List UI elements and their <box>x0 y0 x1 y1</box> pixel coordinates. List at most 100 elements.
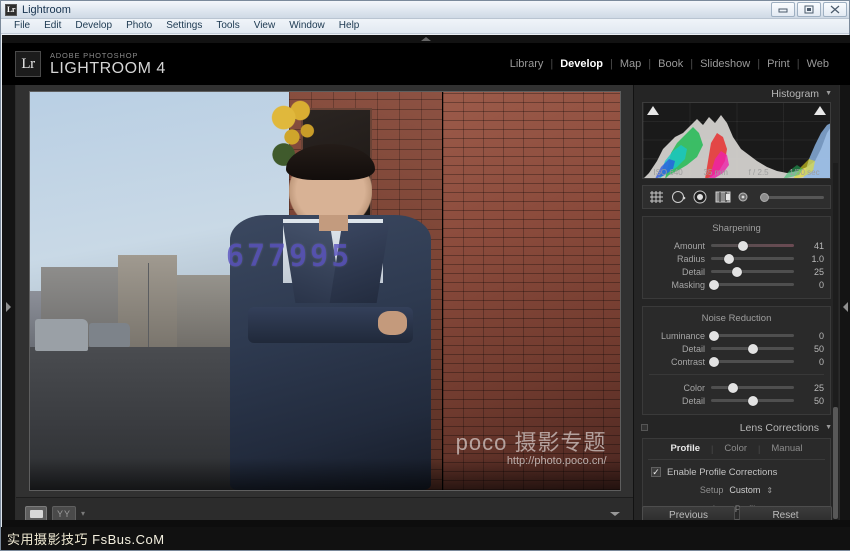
menu-photo[interactable]: Photo <box>119 19 159 33</box>
product-name: LIGHTROOM 4 <box>50 60 166 77</box>
menu-edit[interactable]: Edit <box>37 19 68 33</box>
menu-help[interactable]: Help <box>332 19 367 33</box>
enable-profile-corrections-row[interactable]: ✓ Enable Profile Corrections <box>643 465 830 479</box>
brush-size-knob[interactable] <box>760 192 769 202</box>
view-options-caret-icon[interactable]: ▾ <box>81 509 85 518</box>
slider-nr-color[interactable]: Color 25 <box>643 381 830 394</box>
photo-frame[interactable]: 677995 poco 摄影专题 http://photo.poco.cn/ <box>28 91 621 491</box>
slider-track[interactable] <box>709 356 794 367</box>
slider-knob[interactable] <box>709 330 720 341</box>
slider-track[interactable] <box>711 343 794 354</box>
graduated-filter-tool[interactable] <box>715 190 731 204</box>
histogram-graph[interactable]: ISO 640 35 mm f / 2.5 1/50 sec <box>642 102 831 179</box>
minimize-button[interactable] <box>771 2 795 17</box>
slider-sharpening-masking[interactable]: Masking 0 <box>643 278 830 291</box>
right-panel: Histogram ▼ ISO 640 35 mm f / 2.5 1/50 s… <box>633 85 839 529</box>
slider-nr-contrast[interactable]: Contrast 0 <box>643 355 830 368</box>
panel-toggle-icon[interactable] <box>641 424 648 431</box>
crop-overlay-tool[interactable] <box>649 190 664 204</box>
slider-value: 0 <box>818 330 824 341</box>
brush-size-slider[interactable] <box>760 192 824 202</box>
setup-row[interactable]: Setup Custom ⇕ <box>643 482 830 498</box>
window-title: Lightroom <box>22 3 71 16</box>
close-button[interactable] <box>823 2 847 17</box>
lightroom-logo-icon: Lr <box>15 51 41 77</box>
chevron-down-icon[interactable]: ▼ <box>825 424 832 431</box>
module-book[interactable]: Book <box>651 58 690 70</box>
slider-knob[interactable] <box>731 266 742 277</box>
red-eye-tool[interactable] <box>693 190 708 204</box>
slider-sharpening-amount[interactable]: Amount 41 <box>643 239 830 252</box>
slider-track[interactable] <box>709 279 794 290</box>
menu-window[interactable]: Window <box>282 19 332 33</box>
module-web[interactable]: Web <box>800 58 836 70</box>
setup-label: Setup <box>699 485 724 495</box>
right-panel-collapse-toggle[interactable] <box>839 85 850 529</box>
tab-color[interactable]: Color <box>713 443 758 454</box>
slider-track[interactable] <box>711 382 794 393</box>
slider-value: 0 <box>818 356 824 367</box>
slider-knob[interactable] <box>724 253 735 264</box>
slider-knob[interactable] <box>737 240 748 251</box>
divider <box>648 459 825 460</box>
stepper-icon[interactable]: ⇕ <box>766 486 773 495</box>
slider-sharpening-detail[interactable]: Detail 25 <box>643 265 830 278</box>
photo-car <box>88 322 130 347</box>
top-panel-collapse-toggle[interactable] <box>2 35 850 43</box>
slider-label: Color <box>683 382 705 393</box>
module-develop[interactable]: Develop <box>553 58 610 70</box>
slider-nr-color-detail[interactable]: Detail 50 <box>643 394 830 407</box>
slider-knob[interactable] <box>709 356 720 367</box>
menu-file[interactable]: File <box>7 19 37 33</box>
slider-knob[interactable] <box>747 343 758 354</box>
adjustment-brush-icon <box>738 192 748 202</box>
slider-track[interactable] <box>711 395 794 406</box>
loupe-view-icon <box>29 509 43 518</box>
app-identity: Lr ADOBE PHOTOSHOP LIGHTROOM 4 <box>2 51 166 77</box>
menu-settings[interactable]: Settings <box>159 19 209 33</box>
slider-track[interactable] <box>709 330 794 341</box>
right-panel-scrollbar[interactable] <box>833 163 838 523</box>
slider-label: Detail <box>681 395 705 406</box>
photo-car <box>35 318 89 351</box>
adjustment-brush-tool[interactable] <box>738 191 749 203</box>
slider-nr-detail[interactable]: Detail 50 <box>643 342 830 355</box>
setup-value[interactable]: Custom <box>729 485 760 495</box>
slider-value: 25 <box>813 382 824 393</box>
noise-reduction-panel: Noise Reduction Luminance 0 Detail 50 Co… <box>642 306 831 415</box>
lens-corrections-header[interactable]: Lens Corrections ▼ <box>634 419 839 436</box>
slider-knob[interactable] <box>747 395 758 406</box>
slider-knob[interactable] <box>709 279 720 290</box>
module-print[interactable]: Print <box>760 58 797 70</box>
menu-tools[interactable]: Tools <box>209 19 246 33</box>
menu-view[interactable]: View <box>247 19 283 33</box>
chevron-down-icon[interactable]: ▼ <box>825 90 832 97</box>
enable-profile-corrections-checkbox[interactable]: ✓ <box>651 467 661 477</box>
histogram-panel-header[interactable]: Histogram ▼ <box>634 85 839 102</box>
watermark-center: 677995 <box>225 239 353 275</box>
slider-label: Masking <box>671 279 705 290</box>
module-map[interactable]: Map <box>613 58 648 70</box>
bottom-watermark-text: 实用摄影技巧 FsBus.CoM <box>1 529 165 548</box>
module-slideshow[interactable]: Slideshow <box>693 58 757 70</box>
tab-manual[interactable]: Manual <box>760 443 813 454</box>
menu-develop[interactable]: Develop <box>68 19 119 33</box>
left-panel-collapse-toggle[interactable] <box>2 85 16 529</box>
develop-tool-strip <box>642 185 831 209</box>
slider-nr-luminance[interactable]: Luminance 0 <box>643 329 830 342</box>
slider-sharpening-radius[interactable]: Radius 1.0 <box>643 252 830 265</box>
spot-removal-tool[interactable] <box>671 190 686 204</box>
module-library[interactable]: Library <box>503 58 551 70</box>
highlight-clipping-indicator[interactable] <box>814 106 826 115</box>
slider-label: Radius <box>676 253 705 264</box>
os-window: Lr Lightroom File Edit Develop Photo Set… <box>0 0 850 551</box>
slider-knob[interactable] <box>728 382 739 393</box>
slider-track[interactable] <box>711 240 794 251</box>
slider-track[interactable] <box>711 266 794 277</box>
scrollbar-thumb[interactable] <box>833 407 838 519</box>
shadow-clipping-indicator[interactable] <box>647 106 659 115</box>
maximize-button[interactable] <box>797 2 821 17</box>
slider-value: 25 <box>813 266 824 277</box>
tab-profile[interactable]: Profile <box>659 443 711 454</box>
slider-track[interactable] <box>711 253 794 264</box>
